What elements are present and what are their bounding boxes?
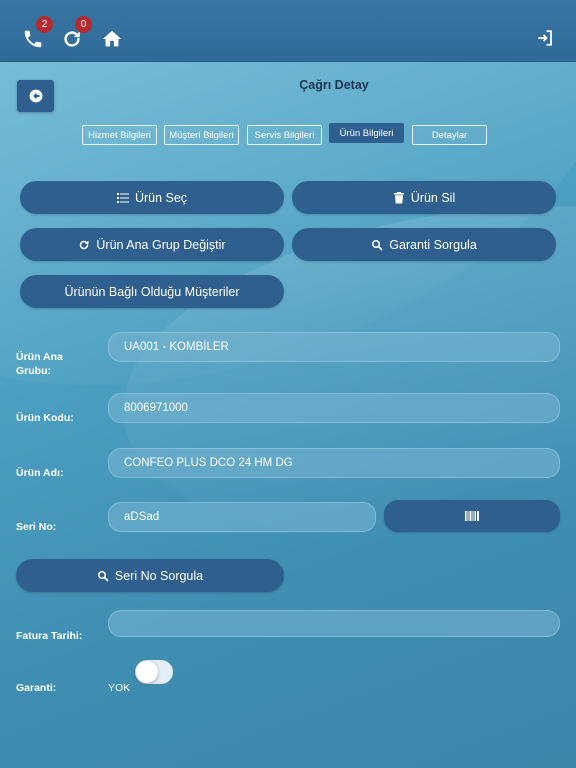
linked-customers-label: Ürünün Bağlı Olduğu Müşteriler xyxy=(64,284,240,299)
invoice-date-field[interactable] xyxy=(108,610,560,637)
product-code-label: Ürün Kodu: xyxy=(16,412,74,424)
tab-customer-info[interactable]: Müşteri Bilgileri xyxy=(164,125,239,145)
refresh-icon xyxy=(78,239,90,251)
top-bar: 2 0 xyxy=(0,0,576,62)
barcode-icon xyxy=(465,511,479,521)
change-main-group-label: Ürün Ana Grup Değiştir xyxy=(96,237,226,252)
change-main-group-button[interactable]: Ürün Ana Grup Değiştir xyxy=(20,228,284,261)
tab-details[interactable]: Detaylar xyxy=(412,125,487,145)
toggle-knob xyxy=(136,661,158,683)
warranty-query-label: Garanti Sorgula xyxy=(389,237,477,252)
select-product-button[interactable]: Ürün Seç xyxy=(20,181,284,214)
list-icon xyxy=(116,192,129,204)
search-icon xyxy=(97,570,109,582)
serial-no-field[interactable]: aDSad xyxy=(108,502,376,532)
main-group-field[interactable]: UA001 - KOMBİLER xyxy=(108,332,560,362)
select-product-label: Ürün Seç xyxy=(134,190,188,205)
warranty-label: Garanti: xyxy=(16,682,57,694)
tab-service-info[interactable]: Hizmet Bilgileri xyxy=(82,125,157,145)
warranty-query-button[interactable]: Garanti Sorgula xyxy=(292,228,556,261)
product-code-field[interactable]: 8006971000 xyxy=(108,393,560,423)
refresh-button[interactable]: 0 xyxy=(61,16,92,50)
product-name-field[interactable]: CONFEO PLUS DCO 24 HM DG xyxy=(108,448,560,478)
serial-no-label: Seri No: xyxy=(16,521,57,533)
delete-product-label: Ürün Sil xyxy=(410,190,456,205)
calls-count-badge: 2 xyxy=(36,16,53,33)
tab-servis-info[interactable]: Servis Bilgileri xyxy=(247,125,322,145)
tab-product-info[interactable]: Ürün Bilgileri xyxy=(329,123,404,143)
barcode-scan-button[interactable] xyxy=(384,500,560,532)
main-group-label-text: Ürün Ana Grubu: xyxy=(16,351,63,377)
serial-query-button[interactable]: Seri No Sorgula xyxy=(16,559,284,592)
invoice-date-label: Fatura Tarihi: xyxy=(16,630,83,642)
serial-query-label: Seri No Sorgula xyxy=(114,568,204,583)
search-icon xyxy=(371,239,383,251)
main-group-label: Ürün Ana Grubu: xyxy=(16,350,76,378)
home-button[interactable] xyxy=(101,28,123,50)
warranty-state: YOK xyxy=(108,682,131,694)
warranty-toggle[interactable] xyxy=(135,660,173,684)
logout-button[interactable] xyxy=(536,29,554,47)
page-title: Çağrı Detay xyxy=(299,78,369,92)
linked-customers-button[interactable]: Ürünün Bağlı Olduğu Müşteriler xyxy=(20,275,284,308)
phone-button[interactable]: 2 xyxy=(22,16,53,50)
delete-product-button[interactable]: Ürün Sil xyxy=(292,181,556,214)
refresh-count-badge: 0 xyxy=(75,16,92,33)
product-name-label: Ürün Adı: xyxy=(16,467,64,479)
home-icon xyxy=(102,30,122,47)
trash-icon xyxy=(393,191,405,204)
logout-icon xyxy=(538,30,552,46)
